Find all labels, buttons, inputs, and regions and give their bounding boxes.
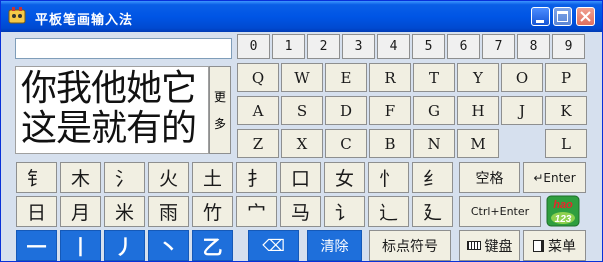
key-radical[interactable]: 马: [280, 196, 321, 227]
more-label-top: 更: [213, 90, 226, 104]
key-radical[interactable]: 雨: [148, 196, 189, 227]
close-button[interactable]: [576, 7, 595, 26]
hao123-logo[interactable]: hao 123: [546, 195, 580, 227]
key-radical[interactable]: 日: [16, 196, 57, 227]
key-letter-a[interactable]: A: [237, 96, 279, 125]
menu-label: 菜单: [548, 238, 576, 255]
stroke-vertical[interactable]: 丨: [60, 230, 101, 261]
key-letter-z[interactable]: Z: [237, 129, 279, 158]
key-letter-q[interactable]: Q: [237, 63, 279, 92]
maximize-button[interactable]: [553, 7, 572, 26]
key-letter-b[interactable]: B: [369, 129, 411, 158]
key-letter-c[interactable]: C: [325, 129, 367, 158]
enter-button[interactable]: ↵Enter: [523, 162, 586, 193]
candidate-panel[interactable]: 你我他她它 这是就有的: [15, 66, 209, 154]
key-radical[interactable]: 廴: [412, 196, 453, 227]
key-letter-w[interactable]: W: [281, 63, 323, 92]
key-radical[interactable]: 钅: [16, 162, 57, 193]
key-letter-l[interactable]: L: [545, 129, 587, 158]
more-label-bottom: 多: [213, 117, 226, 131]
keyboard-label: 键盘: [484, 238, 513, 255]
key-radical[interactable]: 月: [60, 196, 101, 227]
key-letter-d[interactable]: D: [325, 96, 367, 125]
key-radical[interactable]: 氵: [104, 162, 145, 193]
key-letter-k[interactable]: K: [545, 96, 587, 125]
key-radical[interactable]: 竹: [192, 196, 233, 227]
key-letter-p[interactable]: P: [545, 63, 587, 92]
key-radical[interactable]: 火: [148, 162, 189, 193]
key-letter-g[interactable]: G: [413, 96, 455, 125]
key-letter-m[interactable]: M: [457, 129, 499, 158]
menu-button[interactable]: 菜单: [523, 230, 586, 261]
minimize-button[interactable]: [531, 7, 550, 26]
key-radical[interactable]: 口: [280, 162, 321, 193]
key-letter-s[interactable]: S: [281, 96, 323, 125]
key-digit-3[interactable]: 3: [342, 34, 375, 59]
more-button[interactable]: 更 多: [209, 66, 231, 154]
app-icon: [8, 7, 26, 24]
key-digit-2[interactable]: 2: [307, 34, 340, 59]
key-letter-e[interactable]: E: [325, 63, 367, 92]
keyboard-button[interactable]: 键盘: [459, 230, 520, 261]
ctrl-enter-button[interactable]: Ctrl+Enter: [459, 196, 541, 227]
space-button[interactable]: 空格: [459, 162, 520, 193]
key-radical[interactable]: 扌: [236, 162, 277, 193]
stroke-turning[interactable]: 乙: [192, 230, 233, 261]
key-radical[interactable]: 木: [60, 162, 101, 193]
close-icon: [580, 11, 591, 22]
key-radical[interactable]: 忄: [368, 162, 409, 193]
clear-button[interactable]: 清除: [307, 230, 362, 261]
key-letter-o[interactable]: O: [501, 63, 543, 92]
key-radical[interactable]: 讠: [324, 196, 365, 227]
maximize-icon: [557, 11, 568, 22]
key-radical[interactable]: 辶: [368, 196, 409, 227]
ime-window: 平板笔画输入法 0 1 2 3 4 5 6 7 8 9 你我他她它 这是就有的 …: [0, 0, 603, 262]
key-letter-h[interactable]: H: [457, 96, 499, 125]
key-digit-4[interactable]: 4: [377, 34, 410, 59]
key-digit-5[interactable]: 5: [412, 34, 445, 59]
key-letter-f[interactable]: F: [369, 96, 411, 125]
key-radical[interactable]: 土: [192, 162, 233, 193]
stroke-horizontal[interactable]: 一: [16, 230, 57, 261]
keyboard-icon: [466, 241, 481, 250]
key-radical[interactable]: 米: [104, 196, 145, 227]
key-letter-x[interactable]: X: [281, 129, 323, 158]
title-bar[interactable]: 平板笔画输入法: [1, 1, 602, 32]
candidate-line-1[interactable]: 你我他她它: [21, 69, 208, 109]
logo-text-top: hao: [553, 199, 573, 211]
window-title: 平板笔画输入法: [35, 13, 134, 28]
key-digit-9[interactable]: 9: [552, 34, 585, 59]
stroke-dot[interactable]: 丶: [148, 230, 189, 261]
key-letter-t[interactable]: T: [413, 63, 455, 92]
stroke-left-falling[interactable]: 丿: [104, 230, 145, 261]
minimize-icon: [536, 20, 544, 23]
key-letter-j[interactable]: J: [501, 96, 543, 125]
key-letter-r[interactable]: R: [369, 63, 411, 92]
key-digit-8[interactable]: 8: [517, 34, 550, 59]
key-radical[interactable]: 宀: [236, 196, 277, 227]
candidate-line-2[interactable]: 这是就有的: [21, 109, 208, 149]
backspace-button[interactable]: ⌫: [248, 230, 299, 261]
key-letter-n[interactable]: N: [413, 129, 455, 158]
key-digit-6[interactable]: 6: [447, 34, 480, 59]
backspace-icon: ⌫: [262, 236, 285, 255]
key-digit-7[interactable]: 7: [482, 34, 515, 59]
input-field[interactable]: [15, 38, 232, 59]
menu-icon: [533, 239, 544, 252]
key-radical[interactable]: 女: [324, 162, 365, 193]
key-digit-0[interactable]: 0: [237, 34, 270, 59]
key-digit-1[interactable]: 1: [272, 34, 305, 59]
key-letter-y[interactable]: Y: [457, 63, 499, 92]
logo-text-bottom: 123: [555, 214, 572, 225]
key-radical[interactable]: 纟: [412, 162, 453, 193]
punctuation-button[interactable]: 标点符号: [369, 230, 451, 261]
